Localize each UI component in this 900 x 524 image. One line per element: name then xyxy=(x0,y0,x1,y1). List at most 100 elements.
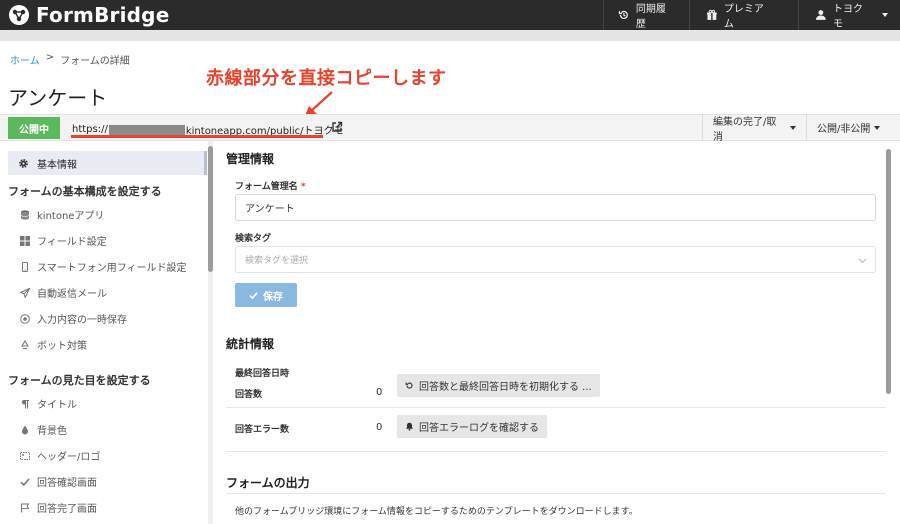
sidebar-item-smartphone-fields[interactable]: スマートフォン用フィールド設定 xyxy=(20,259,187,274)
error-count-value: 0 xyxy=(376,422,383,433)
save-button[interactable]: 保存 xyxy=(235,283,297,307)
sidebar-item-auto-reply[interactable]: 自動返信メール xyxy=(20,285,107,300)
annotation-underline xyxy=(71,135,323,138)
search-tag-select[interactable]: 検索タグを選択 xyxy=(235,246,876,273)
breadcrumb-home[interactable]: ホーム xyxy=(10,52,40,67)
form-name-label-text: フォーム管理名 xyxy=(235,182,298,192)
publish-dropdown[interactable]: 公開/非公開 xyxy=(806,114,900,141)
edit-complete-label: 編集の完了/取消 xyxy=(713,116,777,143)
error-log-label: 回答エラーログを確認する xyxy=(419,423,539,434)
form-name-input[interactable] xyxy=(235,194,876,221)
nav-sync-history[interactable]: 同期履歴 xyxy=(603,0,689,30)
nav-sync-history-label: 同期履歴 xyxy=(635,4,666,30)
sidebar-item-temp-save[interactable]: 入力内容の一時保存 xyxy=(20,311,127,326)
redacted-subdomain xyxy=(108,124,185,135)
recycle-icon xyxy=(21,339,29,349)
main-scrollbar[interactable] xyxy=(886,149,891,394)
annotation-text: 赤線部分を直接コピーします xyxy=(206,68,447,89)
sidebar-heading-basic: フォームの基本構成を設定する xyxy=(8,185,162,198)
stats-title: 統計情報 xyxy=(226,337,275,351)
error-log-button[interactable]: 回答エラーログを確認する xyxy=(397,415,547,438)
breadcrumb: ホーム > フォームの詳細 xyxy=(10,52,130,67)
breadcrumb-current: フォームの詳細 xyxy=(60,56,130,67)
caret-down-icon xyxy=(874,125,881,130)
check-icon xyxy=(249,291,258,299)
sidebar-item-label: ヘッダー/ロゴ xyxy=(37,452,101,463)
sidebar-item-label: 自動返信メール xyxy=(37,289,107,300)
sidebar-item-label: kintoneアプリ xyxy=(37,211,105,222)
database-icon xyxy=(20,209,30,220)
active-indicator xyxy=(204,151,207,175)
sidebar-item-label: スマートフォン用フィールド設定 xyxy=(37,263,187,274)
search-tag-label: 検索タグ xyxy=(235,234,272,244)
formbridge-logo-icon xyxy=(9,5,29,25)
app-name: FormBridge xyxy=(36,3,170,27)
output-title: フォームの出力 xyxy=(226,476,310,490)
gear-icon xyxy=(19,158,28,168)
caret-down-icon xyxy=(790,125,796,130)
top-bar: FormBridge 同期履歴 プレミアム トヨクモ xyxy=(0,0,900,30)
stats-divider-bottom xyxy=(226,451,886,452)
sidebar-item-bot-protection[interactable]: ボット対策 xyxy=(20,337,87,352)
sidebar-item-field-settings[interactable]: フィールド設定 xyxy=(20,233,107,248)
user-icon xyxy=(816,10,827,20)
sidebar-item-basic-info[interactable]: 基本情報 xyxy=(8,151,206,175)
sidebar-item-title[interactable]: タイトル xyxy=(20,396,77,411)
grid-icon xyxy=(20,235,30,246)
search-tag-placeholder: 検索タグを選択 xyxy=(245,256,309,266)
sidebar-item-label: 基本情報 xyxy=(37,159,77,171)
sidebar: 基本情報 フォームの基本構成を設定する kintoneアプリ フィールド設定 ス… xyxy=(0,141,208,524)
sidebar-item-confirm-screen[interactable]: 回答確認画面 xyxy=(20,474,97,489)
output-divider xyxy=(226,493,886,494)
nav-user-label: トヨクモ xyxy=(832,4,863,30)
form-name-label: フォーム管理名 * xyxy=(235,179,306,192)
check-icon xyxy=(20,477,30,486)
answer-count-label: 回答数 xyxy=(235,390,263,400)
nav-premium-label: プレミアム xyxy=(723,4,764,30)
sidebar-item-kintone-app[interactable]: kintoneアプリ xyxy=(20,207,104,222)
flag-icon xyxy=(20,503,30,512)
sidebar-item-label: 回答完了画面 xyxy=(37,504,97,515)
bell-icon xyxy=(405,422,414,431)
sidebar-item-label: 回答確認画面 xyxy=(37,478,97,489)
sidebar-item-label: フィールド設定 xyxy=(37,237,107,248)
form-url-prefix: https:// xyxy=(72,124,108,135)
send-icon xyxy=(20,287,30,298)
breadcrumb-separator: > xyxy=(45,52,55,63)
edit-complete-dropdown[interactable]: 編集の完了/取消 xyxy=(702,114,806,143)
brand[interactable]: FormBridge xyxy=(0,3,603,27)
last-answer-label: 最終回答日時 xyxy=(235,369,290,379)
chevron-down-icon xyxy=(858,258,867,264)
required-mark: * xyxy=(300,182,306,192)
sidebar-item-label: 入力内容の一時保存 xyxy=(37,315,127,326)
paragraph-icon xyxy=(21,399,29,408)
publish-label: 公開/非公開 xyxy=(817,124,871,135)
sidebar-heading-appearance: フォームの見た目を設定する xyxy=(8,374,151,387)
sub-bar xyxy=(0,30,900,41)
history-icon xyxy=(618,10,629,19)
reset-stats-button[interactable]: 回答数と最終回答日時を初期化する ... xyxy=(397,374,600,397)
sidebar-item-label: ボット対策 xyxy=(37,341,87,352)
nav-premium[interactable]: プレミアム xyxy=(689,0,798,30)
undo-icon xyxy=(405,382,413,389)
page-title: アンケート xyxy=(8,86,108,110)
error-count-label: 回答エラー数 xyxy=(235,425,290,435)
management-title: 管理情報 xyxy=(226,152,275,166)
nav-user-menu[interactable]: トヨクモ xyxy=(798,0,900,30)
sidebar-item-header-logo[interactable]: ヘッダー/ロゴ xyxy=(20,448,100,463)
save-icon xyxy=(20,313,30,324)
main-content: 管理情報 フォーム管理名 * 検索タグ 検索タグを選択 保存 統計情報 最終回答… xyxy=(214,141,886,524)
smartphone-icon xyxy=(21,261,29,272)
droplet-icon xyxy=(22,425,28,434)
image-icon xyxy=(20,451,30,460)
gift-icon xyxy=(707,9,717,20)
save-button-label: 保存 xyxy=(263,291,283,303)
sidebar-item-complete-screen[interactable]: 回答完了画面 xyxy=(20,500,97,515)
status-badge: 公開中 xyxy=(8,117,60,139)
sidebar-item-background[interactable]: 背景色 xyxy=(20,422,67,437)
external-link-icon[interactable] xyxy=(331,121,343,133)
sidebar-item-label: 背景色 xyxy=(37,426,67,437)
stats-divider xyxy=(226,407,886,408)
sidebar-scrollbar[interactable] xyxy=(208,146,213,272)
output-description: 他のフォームブリッジ環境にフォーム情報をコピーするためのテンプレートをダウンロー… xyxy=(235,507,638,517)
